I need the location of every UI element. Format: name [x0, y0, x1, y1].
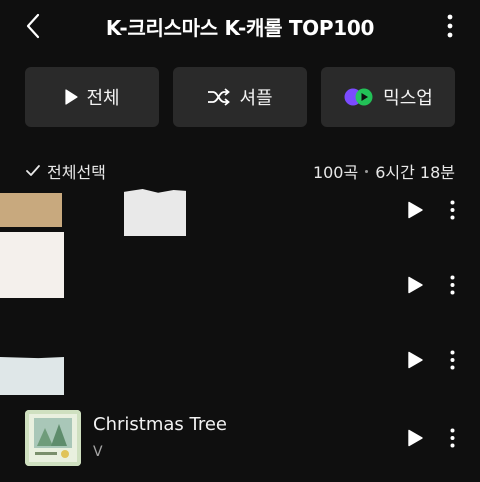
app-header: K-크리스마스 K-캐롤 TOP100 [0, 0, 480, 52]
album-art [0, 232, 64, 298]
separator-dot [365, 169, 369, 173]
album-art-fragment [124, 189, 186, 236]
track-row[interactable] [0, 176, 480, 246]
track-more-button[interactable] [444, 348, 460, 372]
kebab-icon [450, 275, 454, 295]
play-icon [408, 276, 423, 294]
play-all-button[interactable]: 전체 [25, 67, 159, 127]
back-icon [26, 13, 40, 39]
more-vertical-icon [447, 14, 453, 38]
track-play-button[interactable] [404, 348, 426, 372]
back-button[interactable] [18, 10, 48, 42]
shuffle-label: 셔플 [239, 88, 273, 109]
track-more-button[interactable] [444, 198, 460, 222]
album-art [25, 410, 81, 466]
more-button[interactable] [438, 12, 462, 40]
track-play-button[interactable] [404, 273, 426, 297]
track-title: Christmas Tree [93, 414, 227, 435]
play-icon [408, 201, 423, 219]
play-icon [408, 351, 423, 369]
track-row[interactable] [0, 326, 480, 396]
mixup-icon [343, 87, 375, 107]
track-artist: V [93, 444, 103, 460]
kebab-icon [450, 200, 454, 220]
play-all-label: 전체 [86, 88, 120, 109]
album-art [0, 357, 64, 395]
track-more-button[interactable] [444, 273, 460, 297]
shuffle-icon [207, 88, 231, 106]
kebab-icon [450, 428, 454, 448]
shuffle-button[interactable]: 셔플 [173, 67, 307, 127]
track-play-button[interactable] [404, 426, 426, 450]
action-bar: 전체 셔플 믹스업 [25, 67, 455, 127]
play-icon [408, 429, 423, 447]
track-row[interactable]: Christmas Tree V [0, 404, 480, 474]
album-art [0, 193, 62, 227]
track-more-button[interactable] [444, 426, 460, 450]
kebab-icon [450, 350, 454, 370]
mixup-label: 믹스업 [383, 88, 433, 109]
page-title: K-크리스마스 K-캐롤 TOP100 [105, 16, 375, 40]
play-icon [64, 89, 79, 105]
track-play-button[interactable] [404, 198, 426, 222]
track-row[interactable] [0, 232, 480, 321]
mixup-button[interactable]: 믹스업 [321, 67, 455, 127]
